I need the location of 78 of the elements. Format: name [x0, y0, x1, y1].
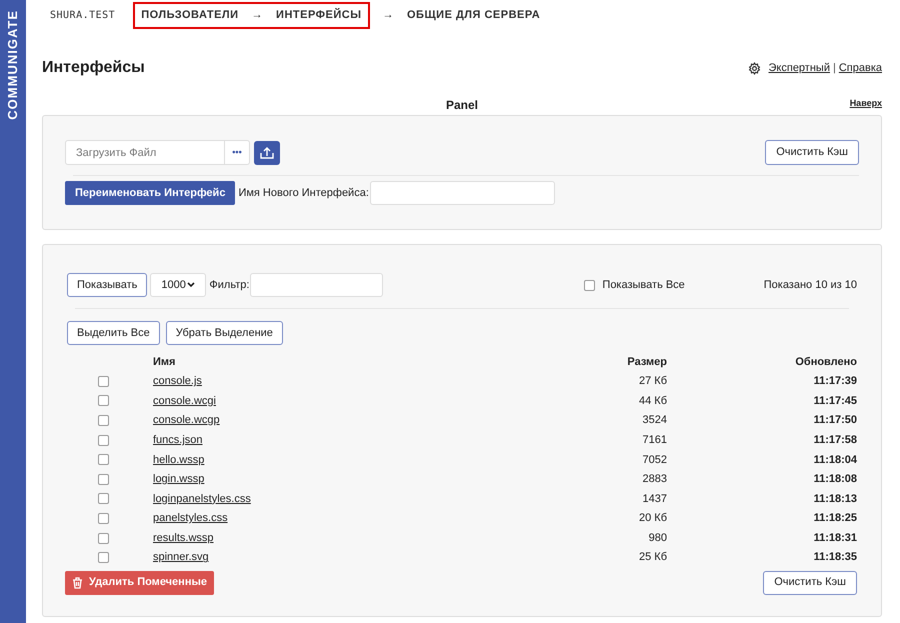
size-cell-text: 2883 — [642, 472, 667, 488]
row-checkbox[interactable] — [98, 415, 109, 426]
updated-cell-text: 11:17:39 — [814, 374, 857, 390]
file-field[interactable]: Загрузить Файл — [65, 140, 225, 165]
new-name-label: Имя Нового Интерфейса: — [238, 186, 369, 201]
row-checkbox[interactable] — [98, 395, 109, 406]
filter-field[interactable] — [250, 273, 384, 297]
row-checkbox[interactable] — [98, 532, 109, 544]
breadcrumb-link[interactable]: ПОЛЬЗОВАТЕЛИ — [141, 6, 239, 24]
file-link[interactable]: funcs.json — [153, 432, 203, 448]
updated-cell-text: 11:18:13 — [814, 492, 857, 507]
row-checkbox[interactable] — [98, 454, 109, 466]
caret-icon — [187, 282, 196, 288]
select-all-button[interactable]: Выделить Все — [67, 321, 160, 345]
rename-button[interactable]: Переименовать Интерфейс — [65, 181, 236, 205]
show-all-label: Показывать Все — [602, 278, 685, 293]
upload-button[interactable] — [254, 140, 280, 164]
file-link[interactable]: spinner.svg — [153, 549, 209, 566]
size-cell-text: 1437 — [642, 492, 667, 507]
updated-cell-text: 11:18:31 — [814, 530, 857, 546]
file-link[interactable]: panelstyles.css — [153, 510, 228, 527]
arrow-separator: → — [252, 8, 264, 23]
deselect-button[interactable]: Убрать Выделение — [166, 321, 283, 345]
updated-cell-text: 11:17:58 — [814, 432, 857, 448]
size-cell-text: 44 Кб — [639, 394, 667, 409]
row-checkbox[interactable] — [98, 552, 109, 564]
updated-cell-text: 11:17:45 — [814, 394, 857, 409]
breadcrumb-link[interactable]: ИНТЕРФЕЙСЫ — [276, 6, 362, 24]
clear-cache-button[interactable]: Очистить Кэш — [765, 140, 859, 165]
breadcrumb-link[interactable]: ОБЩИЕ ДЛЯ СЕРВЕРА — [407, 6, 540, 24]
logo[interactable]: COMMUNIGATE — [3, 10, 23, 120]
filter-label: Фильтр: — [209, 278, 250, 293]
file-link[interactable]: login.wssp — [153, 471, 204, 488]
file-link[interactable]: console.js — [153, 373, 202, 390]
file-link[interactable]: console.wcgi — [153, 392, 216, 410]
column-header: Обновлено — [795, 354, 857, 370]
size-cell-text: 25 Кб — [639, 550, 667, 566]
size-cell-text: 7052 — [642, 452, 667, 468]
size-cell-text: 980 — [648, 530, 667, 546]
link-separator: | — [832, 60, 836, 76]
page-title: Интерфейсы — [42, 58, 145, 78]
file-link[interactable]: loginpanelstyles.css — [153, 490, 251, 508]
size-cell-text: 7161 — [642, 432, 667, 448]
column-header: Имя — [153, 354, 176, 370]
page-size-select[interactable]: 1000 — [150, 273, 206, 297]
expert-link[interactable]: Экспертный — [768, 60, 830, 76]
top-link[interactable]: Наверх — [850, 97, 882, 110]
arrow-separator: → — [382, 8, 394, 23]
settings-icon[interactable] — [748, 62, 761, 74]
row-checkbox[interactable] — [98, 513, 109, 524]
show-button[interactable]: Показывать — [67, 273, 148, 297]
row-checkbox[interactable] — [98, 493, 109, 504]
show-all-checkbox[interactable] — [584, 280, 596, 290]
shown-count: Показано 10 из 10 — [764, 278, 857, 293]
domain-label: SHURA.TEST — [50, 8, 116, 22]
file-link[interactable]: results.wssp — [153, 530, 214, 546]
row-checkbox[interactable] — [98, 434, 109, 446]
updated-cell-text: 11:18:25 — [814, 511, 857, 526]
file-link[interactable]: console.wcgp — [153, 412, 220, 429]
updated-cell-text: 11:18:08 — [814, 472, 857, 488]
row-checkbox[interactable] — [98, 474, 109, 485]
trash-icon — [72, 576, 83, 589]
column-header: Размер — [627, 354, 667, 370]
size-cell-text: 20 Кб — [639, 511, 667, 526]
file-link[interactable]: hello.wssp — [153, 452, 204, 468]
updated-cell-text: 11:18:35 — [814, 550, 857, 566]
size-cell-text: 27 Кб — [639, 374, 667, 390]
size-cell-text: 3524 — [642, 413, 667, 428]
new-name-field[interactable] — [370, 181, 555, 205]
upload-icon — [260, 146, 274, 158]
clear-cache-button[interactable]: Очистить Кэш — [763, 570, 857, 595]
updated-cell-text: 11:18:04 — [814, 452, 857, 468]
delete-marked-button[interactable]: Удалить Помеченные — [65, 570, 214, 595]
browse-button[interactable]: ••• — [225, 140, 250, 165]
section-title: Panel — [446, 97, 478, 110]
row-checkbox[interactable] — [98, 376, 109, 387]
updated-cell-text: 11:17:50 — [814, 413, 857, 428]
help-link[interactable]: Справка — [838, 60, 882, 76]
